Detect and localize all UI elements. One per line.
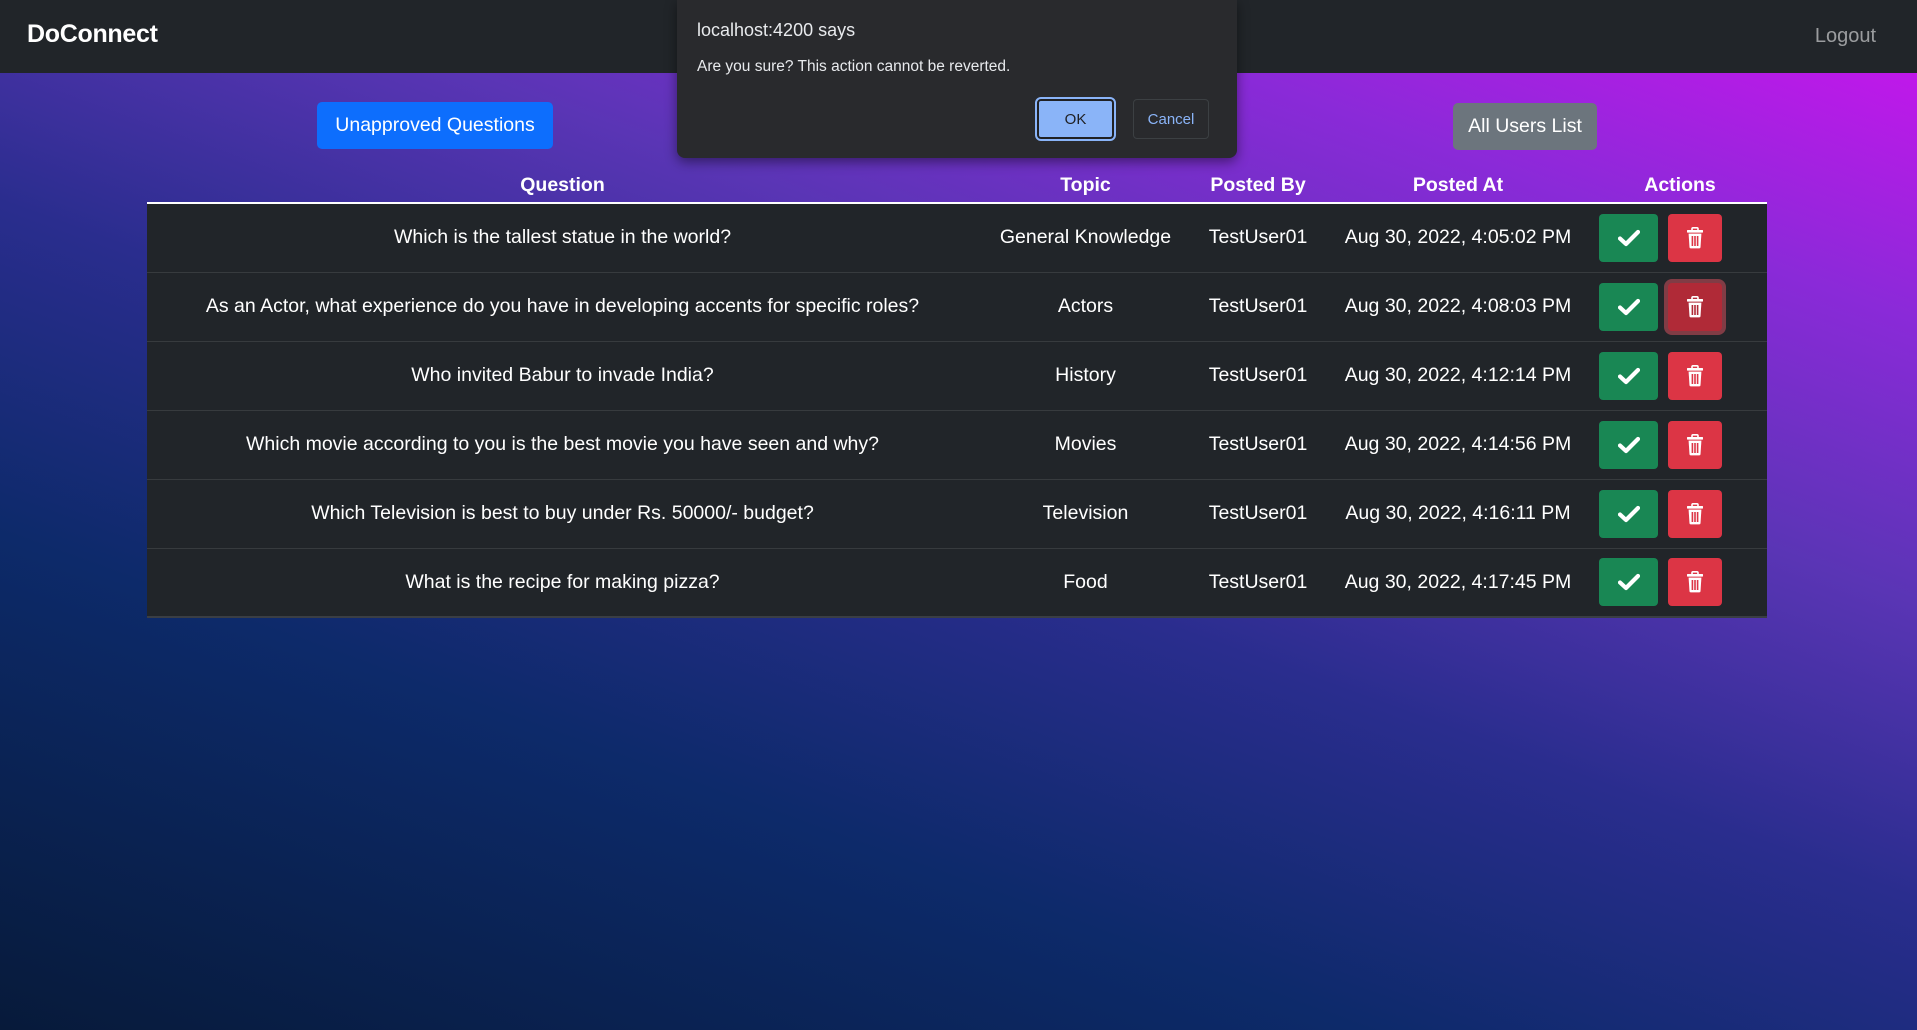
check-icon [1617, 573, 1640, 591]
cell-posted-by: TestUser01 [1193, 272, 1323, 342]
table-row: Who invited Babur to invade India? Histor… [147, 341, 1767, 411]
cell-topic: Actors [978, 272, 1193, 342]
confirm-dialog: localhost:4200 says Are you sure? This a… [677, 0, 1237, 158]
check-icon [1617, 505, 1640, 523]
cell-question: As an Actor, what experience do you have… [147, 272, 978, 342]
cell-question: Who invited Babur to invade India? [147, 341, 978, 411]
cell-posted-by: TestUser01 [1193, 548, 1323, 618]
column-header-posted-by: Posted By [1193, 170, 1323, 204]
cell-posted-at: Aug 30, 2022, 4:08:03 PM [1323, 272, 1593, 342]
cell-posted-at: Aug 30, 2022, 4:17:45 PM [1323, 548, 1593, 618]
cell-topic: Movies [978, 410, 1193, 480]
cell-posted-at: Aug 30, 2022, 4:16:11 PM [1323, 479, 1593, 549]
questions-table: Question Topic Posted By Posted At Actio… [147, 170, 1767, 618]
trash-icon [1686, 295, 1704, 318]
cell-actions [1593, 410, 1767, 480]
delete-button[interactable] [1668, 282, 1722, 331]
cell-topic: Food [978, 548, 1193, 618]
cell-posted-by: TestUser01 [1193, 410, 1323, 480]
logout-link[interactable]: Logout [1815, 25, 1876, 48]
cell-topic: Television [978, 479, 1193, 549]
approve-button[interactable] [1599, 489, 1658, 538]
check-icon [1617, 229, 1640, 247]
cell-actions [1593, 548, 1767, 618]
unapproved-questions-button[interactable]: Unapproved Questions [317, 102, 553, 149]
delete-button[interactable] [1668, 213, 1722, 262]
cell-actions [1593, 479, 1767, 549]
cell-posted-by: TestUser01 [1193, 341, 1323, 411]
trash-icon [1686, 502, 1704, 525]
table-row: Which Television is best to buy under Rs… [147, 479, 1767, 549]
cell-question: What is the recipe for making pizza? [147, 548, 978, 618]
cell-posted-by: TestUser01 [1193, 203, 1323, 273]
approve-button[interactable] [1599, 282, 1658, 331]
cell-posted-at: Aug 30, 2022, 4:05:02 PM [1323, 203, 1593, 273]
cell-actions [1593, 203, 1767, 273]
cell-actions [1593, 341, 1767, 411]
delete-button[interactable] [1668, 489, 1722, 538]
cell-actions [1593, 272, 1767, 342]
cell-question: Which is the tallest statue in the world… [147, 203, 978, 273]
dialog-title: localhost:4200 says [697, 20, 856, 40]
column-header-actions: Actions [1593, 170, 1767, 204]
table-header-row: Question Topic Posted By Posted At Actio… [147, 170, 1767, 204]
dialog-cancel-button[interactable]: Cancel [1133, 99, 1209, 139]
trash-icon [1686, 364, 1704, 387]
column-header-posted-at: Posted At [1323, 170, 1593, 204]
table-row: What is the recipe for making pizza? Food… [147, 548, 1767, 618]
approve-button[interactable] [1599, 558, 1658, 607]
trash-icon [1686, 226, 1704, 249]
column-header-topic: Topic [978, 170, 1193, 204]
all-users-list-button[interactable]: All Users List [1453, 103, 1597, 150]
trash-icon [1686, 433, 1704, 456]
trash-icon [1686, 571, 1704, 593]
check-icon [1617, 298, 1640, 316]
delete-button[interactable] [1668, 420, 1722, 469]
approve-button[interactable] [1599, 420, 1658, 469]
check-icon [1617, 436, 1640, 454]
approve-button[interactable] [1599, 351, 1658, 400]
brand-logo[interactable]: DoConnect [27, 20, 158, 49]
check-icon [1617, 367, 1640, 385]
delete-button[interactable] [1668, 351, 1722, 400]
cell-posted-at: Aug 30, 2022, 4:14:56 PM [1323, 410, 1593, 480]
dialog-message: Are you sure? This action cannot be reve… [697, 58, 1011, 75]
cell-question: Which movie according to you is the best… [147, 410, 978, 480]
table-row: Which is the tallest statue in the world… [147, 203, 1767, 273]
table-row: As an Actor, what experience do you have… [147, 272, 1767, 342]
cell-topic: General Knowledge [978, 203, 1193, 273]
cell-posted-by: TestUser01 [1193, 479, 1323, 549]
column-header-question: Question [147, 170, 978, 204]
cell-question: Which Television is best to buy under Rs… [147, 479, 978, 549]
delete-button[interactable] [1668, 558, 1722, 607]
cell-posted-at: Aug 30, 2022, 4:12:14 PM [1323, 341, 1593, 411]
dialog-ok-button[interactable]: OK [1035, 97, 1116, 141]
approve-button[interactable] [1599, 213, 1658, 262]
table-row: Which movie according to you is the best… [147, 410, 1767, 480]
cell-topic: History [978, 341, 1193, 411]
